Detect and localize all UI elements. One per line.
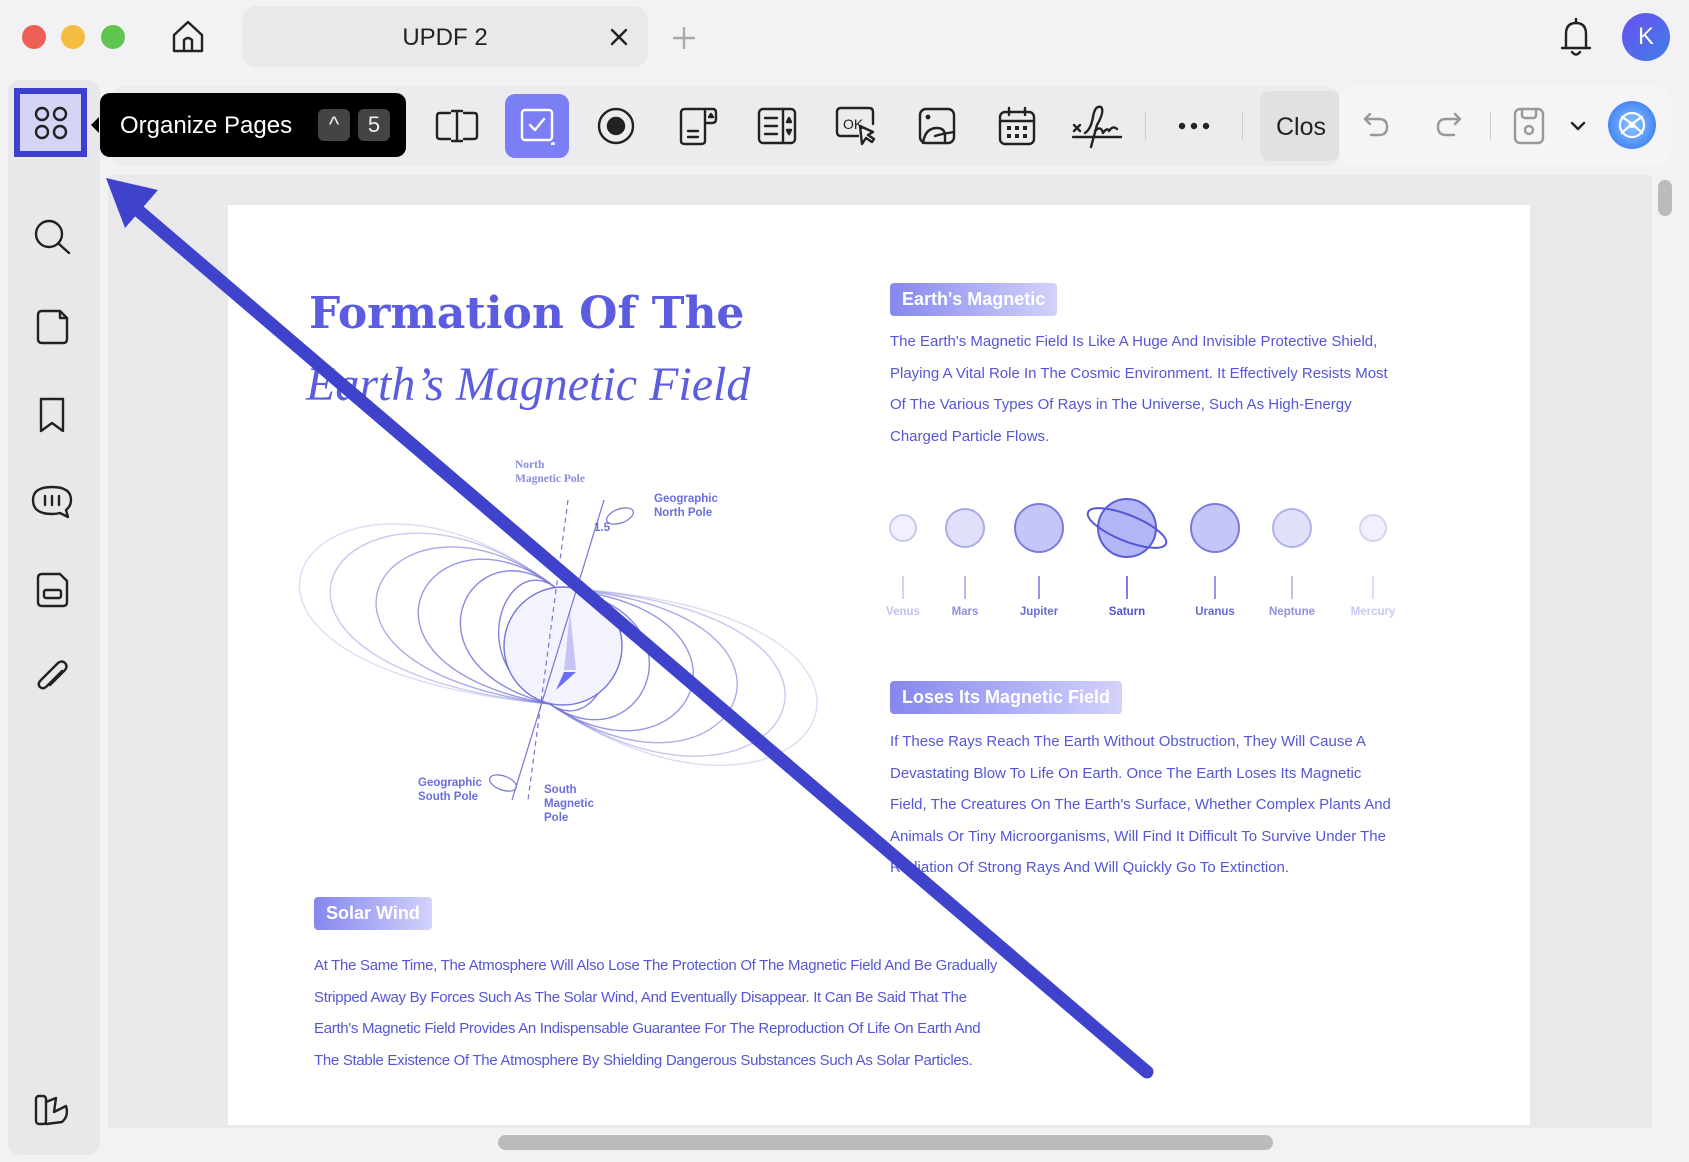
planet-venus (889, 514, 917, 542)
zoom-window-button[interactable] (101, 25, 125, 49)
bell-icon[interactable] (1556, 15, 1596, 59)
tab-title: UPDF 2 (402, 24, 488, 51)
section-heading-earths-magnetic: Earth's Magnetic (890, 283, 1058, 316)
planet-mars (945, 508, 985, 548)
section2-body: If These Rays Reach The Earth Without Ob… (890, 733, 1391, 876)
combo-box-tool-icon[interactable] (673, 101, 723, 151)
toolbar-divider (1490, 112, 1491, 140)
new-tab-plus-icon[interactable] (670, 24, 698, 52)
planet-jupiter (1014, 503, 1064, 553)
planet-uranus (1190, 503, 1240, 553)
bookmark-icon[interactable] (30, 393, 74, 437)
magnetic-field-diagram (298, 499, 818, 801)
planet-saturn (1097, 498, 1157, 558)
undo-icon[interactable] (1356, 106, 1396, 146)
avatar-letter: K (1637, 23, 1654, 50)
horizontal-scrollbar-thumb[interactable] (498, 1135, 1273, 1150)
radio-button-tool-icon[interactable] (591, 101, 641, 151)
planets-row (889, 498, 1387, 599)
close-window-button[interactable] (22, 25, 46, 49)
north-magnetic-pole-label: North Magnetic Pole (515, 459, 585, 485)
list-box-tool-icon[interactable] (752, 101, 802, 151)
shortcut-key: 5 (358, 109, 390, 141)
image-tool-icon[interactable] (912, 101, 962, 151)
section3-body: At The Same Time, The Atmosphere Will Al… (314, 957, 998, 1069)
text-field-tool-icon[interactable] (432, 101, 482, 151)
planet-mercury (1359, 514, 1387, 542)
signature-tool-icon[interactable] (1070, 101, 1124, 151)
search-icon[interactable] (30, 215, 74, 259)
save-icon[interactable] (1509, 103, 1549, 149)
close-label: Clos (1276, 113, 1327, 141)
south-magnetic-pole-label: South Magnetic Pole (544, 784, 594, 824)
planet-neptune (1272, 508, 1312, 548)
tab-updf-2[interactable]: UPDF 2 (242, 6, 648, 67)
organize-pages-tooltip: Organize Pages ^ 5 (91, 93, 406, 157)
toolbar-divider (1242, 112, 1243, 140)
date-calendar-tool-icon[interactable] (992, 101, 1042, 151)
planet-label-venus: Venus (886, 606, 920, 618)
ai-assistant-icon[interactable] (1608, 101, 1656, 149)
rotation-arrow (489, 774, 517, 792)
geographic-south-pole-label: Geographic South Pole (418, 777, 482, 803)
angle-label: 1.5 (594, 522, 610, 534)
planet-label-mercury: Mercury (1350, 606, 1396, 618)
thumbnails-page-icon[interactable] (30, 305, 74, 349)
minimize-window-button[interactable] (61, 25, 85, 49)
attachment-paperclip-icon[interactable] (30, 655, 74, 699)
home-icon[interactable] (168, 17, 208, 57)
planet-label-saturn: Saturn (1108, 606, 1146, 618)
toolbar-divider (1145, 112, 1146, 140)
button-tool-icon[interactable]: OK (831, 101, 881, 151)
form-fields-icon[interactable] (30, 568, 74, 612)
planet-label-uranus: Uranus (1195, 606, 1235, 618)
more-options-icon[interactable] (1172, 106, 1216, 146)
shortcut-modifier-key: ^ (318, 109, 350, 141)
save-options-chevron-down-icon[interactable] (1566, 114, 1590, 138)
checkbox-tool-button[interactable] (505, 94, 569, 158)
redo-icon[interactable] (1429, 106, 1469, 146)
planet-label-mars: Mars (951, 606, 979, 618)
earth-globe (503, 586, 623, 706)
theme-book-icon[interactable] (30, 1088, 74, 1132)
section1-body: The Earth's Magnetic Field Is Like A Hug… (890, 333, 1388, 445)
planet-label-neptune: Neptune (1269, 606, 1315, 618)
close-form-editing-button[interactable]: Clos (1260, 91, 1340, 161)
geographic-north-pole-label: Geographic North Pole (654, 493, 718, 519)
document-title-line1: Formation Of The (309, 288, 745, 339)
organize-pages-button[interactable] (14, 88, 87, 157)
document-title-line2: Earth’s Magnetic Field (306, 358, 751, 411)
section-heading-loses-magnetic-field: Loses Its Magnetic Field (890, 681, 1123, 714)
tooltip-label: Organize Pages (120, 112, 293, 139)
planet-label-jupiter: Jupiter (1019, 606, 1059, 618)
section-heading-solar-wind: Solar Wind (314, 897, 432, 930)
close-tab-icon[interactable] (606, 24, 632, 50)
vertical-scrollbar-thumb[interactable] (1658, 180, 1672, 216)
user-avatar[interactable]: K (1622, 13, 1670, 61)
comment-icon[interactable] (28, 480, 76, 524)
